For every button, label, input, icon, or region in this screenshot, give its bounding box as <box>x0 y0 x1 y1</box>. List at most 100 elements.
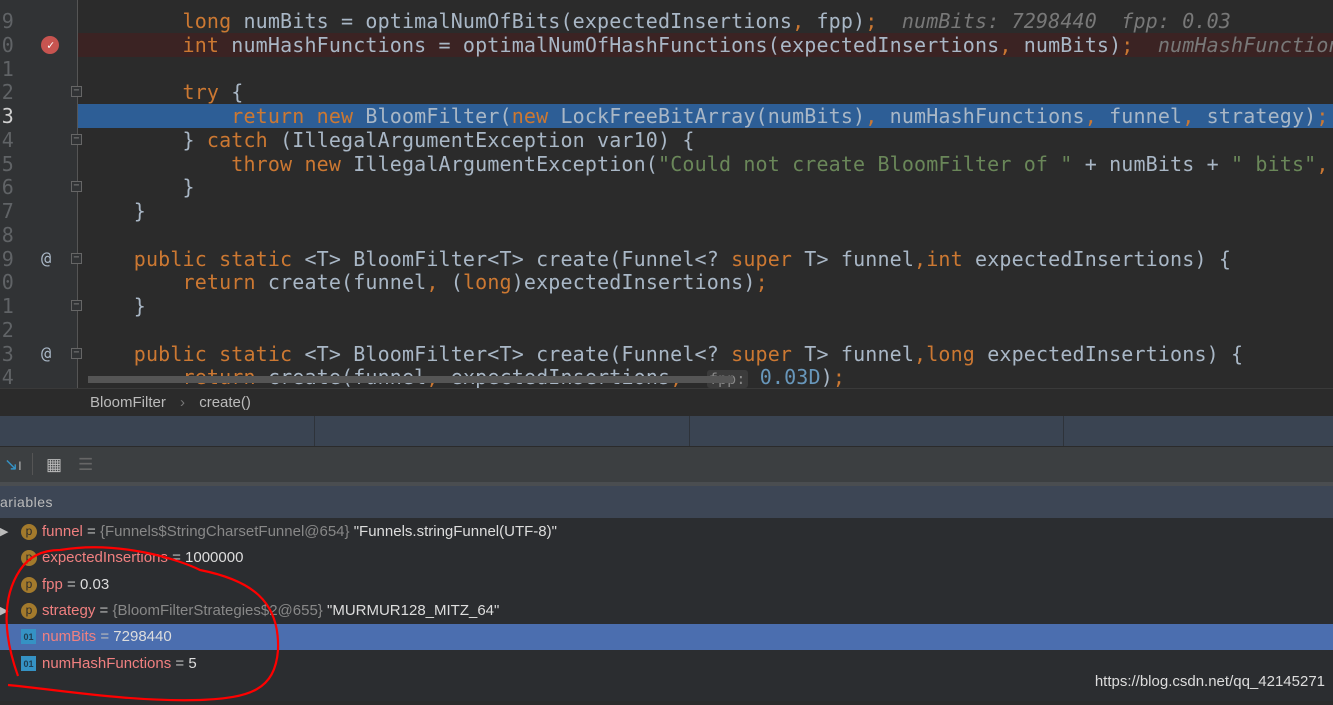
code-token: IllegalArgumentException( <box>341 151 658 176</box>
code-token: numBits) <box>1011 32 1122 57</box>
variables-header: ariables <box>0 482 1333 518</box>
code-editor[interactable]: 9 long numBits = optimalNumOfBits(expect… <box>0 0 1333 388</box>
equals-sign: = <box>82 523 100 540</box>
code-token: ; <box>1121 32 1134 57</box>
code-text: } <box>85 175 195 199</box>
code-text: return new BloomFilter(new LockFreeBitAr… <box>85 104 1329 128</box>
breadcrumb-separator: › <box>180 394 186 411</box>
fold-icon[interactable]: − <box>71 181 82 193</box>
code-text: public static <T> BloomFilter<T> create(… <box>85 247 1231 271</box>
override-marker-icon[interactable]: @ <box>41 342 51 366</box>
restore-layout-icon[interactable]: ↘I <box>4 455 22 475</box>
code-line[interactable]: 1 <box>0 57 1333 81</box>
code-token: BloomFilter( <box>353 104 512 128</box>
line-number[interactable]: 0 <box>0 270 14 294</box>
code-token: public static <box>133 246 293 271</box>
code-token: } <box>85 199 146 223</box>
code-token: throw new <box>231 151 342 176</box>
line-number[interactable]: 4 <box>0 128 14 152</box>
line-number[interactable]: 6 <box>0 175 14 199</box>
fold-icon[interactable]: − <box>71 133 82 145</box>
code-line[interactable]: 0 return create(funnel, (long)expectedIn… <box>0 270 1333 294</box>
parameter-icon: p <box>21 524 37 540</box>
variable-name: funnel <box>42 523 83 540</box>
debug-toolbar: ↘I ▦ ☰ <box>0 446 1333 482</box>
code-token: ; <box>865 9 878 33</box>
watches-icon[interactable]: ☰ <box>78 455 93 475</box>
code-token: super <box>731 246 793 271</box>
code-line[interactable]: 9 long numBits = optimalNumOfBits(expect… <box>0 9 1333 33</box>
horizontal-scrollbar[interactable] <box>88 376 733 383</box>
code-token: ) <box>820 365 833 388</box>
line-number[interactable]: 1 <box>0 294 14 318</box>
breakpoint-icon[interactable]: ✓ <box>41 35 59 54</box>
line-number[interactable]: 9 <box>0 9 14 33</box>
code-line[interactable]: 6 − } <box>0 175 1333 199</box>
code-token: catch <box>206 127 268 152</box>
code-token: , <box>1316 151 1329 176</box>
code-token: v <box>1329 152 1333 176</box>
code-token: public static <box>133 341 293 366</box>
code-token: } <box>85 294 146 318</box>
code-token: , <box>792 9 805 33</box>
line-number[interactable]: 3 <box>0 104 14 128</box>
code-text: try { <box>85 80 244 104</box>
variable-value: "Funnels.stringFunnel(UTF-8)" <box>349 523 557 540</box>
code-line[interactable]: 1 − } <box>0 294 1333 318</box>
code-line[interactable]: 4 − } catch (IllegalArgumentException var… <box>0 128 1333 152</box>
code-token: , <box>426 270 439 295</box>
line-number[interactable]: 8 <box>0 223 14 247</box>
code-text: } catch (IllegalArgumentException var10)… <box>85 128 695 152</box>
line-number[interactable]: 9 <box>0 247 14 271</box>
code-line[interactable]: 3 return new BloomFilter(new LockFreeBit… <box>0 104 1333 128</box>
fold-icon[interactable]: − <box>71 86 82 98</box>
fold-icon[interactable]: − <box>71 300 82 311</box>
breadcrumb: BloomFilter › create() <box>0 388 1333 416</box>
code-token: T> funnel <box>792 341 915 366</box>
code-token: <T> BloomFilter<T> create(Funnel<? <box>292 246 732 271</box>
watermark: https://blog.csdn.net/qq_42145271 <box>1094 673 1325 690</box>
code-line[interactable]: 5 throw new IllegalArgumentException("Co… <box>0 152 1333 176</box>
code-line[interactable]: 2 <box>0 318 1333 342</box>
line-number[interactable]: 1 <box>0 57 14 81</box>
code-line[interactable]: 2 − try { <box>0 80 1333 104</box>
code-token: long <box>926 341 975 366</box>
code-token: funnel <box>1096 104 1183 128</box>
code-token: try <box>182 80 220 105</box>
code-text: } <box>85 294 146 318</box>
fold-icon[interactable]: − <box>71 252 82 264</box>
inline-debug-value: numBits: 7298440 fpp: 0.03 <box>877 9 1232 33</box>
line-number[interactable]: 0 <box>0 33 14 57</box>
code-token: long <box>182 9 232 33</box>
breadcrumb-class[interactable]: BloomFilter <box>90 394 166 411</box>
code-token: numBits = optimalNumOfBits(expectedInser… <box>231 9 793 33</box>
line-number[interactable]: 2 <box>0 318 14 342</box>
line-number[interactable]: 4 <box>0 365 14 388</box>
line-number[interactable]: 5 <box>0 152 14 176</box>
code-line[interactable]: 0 ✓ int numHashFunctions = optimalNumOfHa… <box>0 32 1333 57</box>
fold-icon[interactable]: − <box>71 347 82 359</box>
line-number[interactable]: 3 <box>0 342 14 366</box>
code-line[interactable]: 9 @ − public static <T> BloomFilter<T> cre… <box>0 247 1333 271</box>
code-text: } <box>85 199 146 223</box>
code-token: , <box>1182 104 1195 128</box>
code-token: int <box>926 246 963 271</box>
line-number[interactable]: 7 <box>0 199 14 223</box>
code-line[interactable]: 3 @ − public static <T> BloomFilter<T> cre… <box>0 342 1333 366</box>
red-circle-annotation <box>5 546 280 702</box>
code-text: long numBits = optimalNumOfBits(expected… <box>85 9 1231 33</box>
code-token: fpp) <box>804 9 866 33</box>
evaluate-expression-icon[interactable]: ▦ <box>46 455 62 475</box>
code-text: return create(funnel, (long)expectedInse… <box>85 270 768 294</box>
line-number[interactable]: 2 <box>0 80 14 104</box>
code-line[interactable]: 7 } <box>0 199 1333 223</box>
code-token: super <box>731 341 793 366</box>
breadcrumb-method[interactable]: create() <box>199 394 251 411</box>
code-text: public static <T> BloomFilter<T> create(… <box>85 342 1243 366</box>
override-marker-icon[interactable]: @ <box>41 247 51 271</box>
variable-value: "MURMUR128_MITZ_64" <box>322 601 500 619</box>
code-text: throw new IllegalArgumentException("Coul… <box>85 152 1333 176</box>
code-line[interactable]: 8 <box>0 223 1333 247</box>
code-token: , <box>914 246 927 271</box>
